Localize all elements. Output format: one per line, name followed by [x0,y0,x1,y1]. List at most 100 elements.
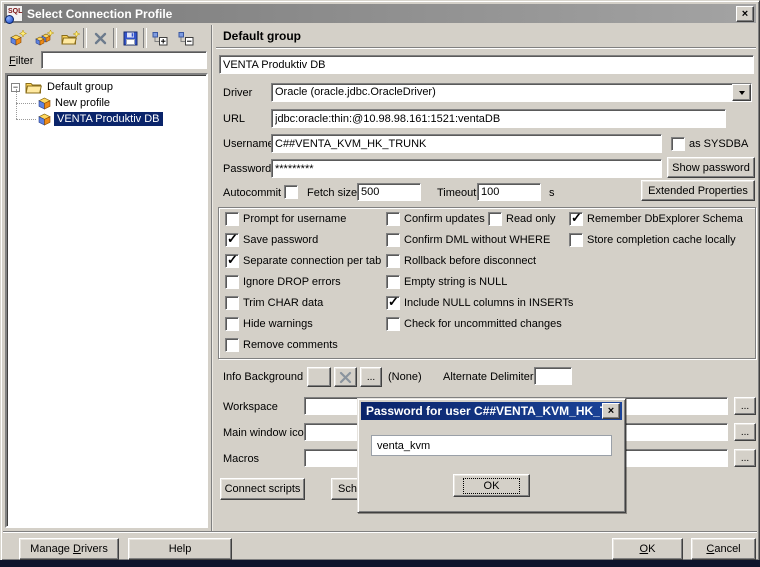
url-label: URL [223,113,245,125]
profile-toolbar [5,26,209,50]
filter-input[interactable] [41,51,207,69]
clear-x-icon [339,371,352,384]
password-label: Password [223,163,271,175]
separate-connection-checkbox[interactable] [225,254,239,268]
delete-profile-button[interactable] [87,26,113,50]
help-button[interactable]: Help [128,538,232,560]
footer-separator [3,531,757,533]
confirm-dml-label: Confirm DML without WHERE [404,234,550,246]
delete-icon [93,31,108,46]
ignore-drop-errors-checkbox[interactable] [225,275,239,289]
sql-workbench-icon: SQL [6,5,23,22]
macros-browse-button[interactable]: ... [734,449,756,467]
fetch-size-input[interactable] [357,183,421,201]
as-sysdba-checkbox[interactable] [671,137,685,151]
ignore-drop-errors-label: Ignore DROP errors [243,276,341,288]
hide-warnings-checkbox[interactable] [225,317,239,331]
read-only-checkbox[interactable] [488,212,502,226]
fetch-size-label: Fetch size [307,187,357,199]
popup-title: Password for user C##VENTA_KVM_HK_T... [366,404,602,418]
tree-connector [16,119,36,120]
profile-name-input[interactable] [219,55,754,74]
prompt-for-username-label: Prompt for username [243,213,346,225]
group-header: Default group [223,29,301,43]
password-input[interactable] [271,159,662,178]
hide-warnings-label: Hide warnings [243,318,313,330]
window-close-button[interactable]: × [736,6,754,22]
include-null-columns-checkbox[interactable] [386,296,400,310]
tree-node-label: Default group [47,81,113,93]
header-separator [216,47,756,49]
collapse-all-button[interactable] [173,26,199,50]
store-completion-cache-checkbox[interactable] [569,233,583,247]
copy-profile-icon [35,30,54,46]
info-background-none-label: (None) [388,371,422,383]
info-background-swatch-button[interactable] [307,367,331,387]
save-profiles-button[interactable] [117,26,143,50]
workspace-browse-button[interactable]: ... [734,397,756,415]
chevron-down-icon [739,91,745,95]
workspace-label: Workspace [223,401,278,413]
popup-ok-button[interactable]: OK [453,474,530,497]
new-folder-button[interactable] [57,26,83,50]
remember-dbexplorer-checkbox[interactable] [569,212,583,226]
remove-comments-checkbox[interactable] [225,338,239,352]
confirm-dml-checkbox[interactable] [386,233,400,247]
autocommit-checkbox[interactable] [284,185,298,199]
collapse-all-icon [178,31,194,46]
tree-node-new-profile[interactable]: New profile [38,95,110,111]
info-background-browse-button[interactable]: ... [360,367,382,387]
new-profile-icon [9,30,27,46]
expand-all-button[interactable] [147,26,173,50]
store-completion-cache-label: Store completion cache locally [587,234,736,246]
empty-string-null-checkbox[interactable] [386,275,400,289]
main-window-icon-browse-button[interactable]: ... [734,423,756,441]
password-popup-dialog: Password for user C##VENTA_KVM_HK_T... ×… [357,398,626,513]
tree-node-venta-produktiv-db[interactable]: VENTA Produktiv DB [38,111,163,127]
alternate-delimiter-input[interactable] [534,367,572,385]
confirm-updates-checkbox[interactable] [386,212,400,226]
url-input[interactable] [271,109,726,128]
timeout-label: Timeout [437,187,476,199]
expand-all-icon [152,31,168,46]
timeout-input[interactable] [477,183,541,201]
popup-close-button[interactable]: × [602,403,620,419]
ok-button[interactable]: OK [612,538,683,560]
read-only-label: Read only [506,213,556,225]
driver-dropdown-button[interactable] [732,84,751,101]
tree-connector [16,103,36,104]
extended-properties-button[interactable]: Extended Properties [641,180,755,201]
username-input[interactable] [271,134,662,153]
prompt-for-username-checkbox[interactable] [225,212,239,226]
save-password-checkbox[interactable] [225,233,239,247]
trim-char-data-checkbox[interactable] [225,296,239,310]
rollback-before-disconnect-checkbox[interactable] [386,254,400,268]
main-window-icon-label: Main window icon [223,427,310,439]
tree-node-label: New profile [55,97,110,109]
tree-node-label-selected: VENTA Produktiv DB [54,112,163,126]
cancel-button[interactable]: Cancel [691,538,756,560]
pane-splitter-highlight [212,25,213,531]
driver-combobox[interactable]: Oracle (oracle.jdbc.OracleDriver) [271,83,752,102]
save-icon [123,31,138,46]
window-title: Select Connection Profile [27,7,736,21]
profile-tree: − Default group New profile [5,73,208,528]
info-background-clear-button[interactable] [334,367,357,387]
popup-password-display: venta_kvm [371,435,612,456]
profile-cube-icon [38,113,51,126]
new-folder-icon [61,31,80,46]
check-uncommitted-checkbox[interactable] [386,317,400,331]
include-null-columns-label: Include NULL columns in INSERTs [404,297,573,309]
copy-profile-button[interactable] [31,26,57,50]
new-profile-button[interactable] [5,26,31,50]
empty-string-null-label: Empty string is NULL [404,276,507,288]
manage-drivers-button[interactable]: Manage Drivers [19,538,119,560]
driver-label: Driver [223,87,252,99]
connect-scripts-button[interactable]: Connect scripts [220,478,305,500]
save-password-label: Save password [243,234,318,246]
tree-connector [16,89,17,119]
tree-node-default-group[interactable]: − Default group [11,79,113,95]
show-password-button[interactable]: Show password [667,157,755,178]
filter-label: Filter [9,55,33,67]
autocommit-label: Autocommit [223,187,281,199]
